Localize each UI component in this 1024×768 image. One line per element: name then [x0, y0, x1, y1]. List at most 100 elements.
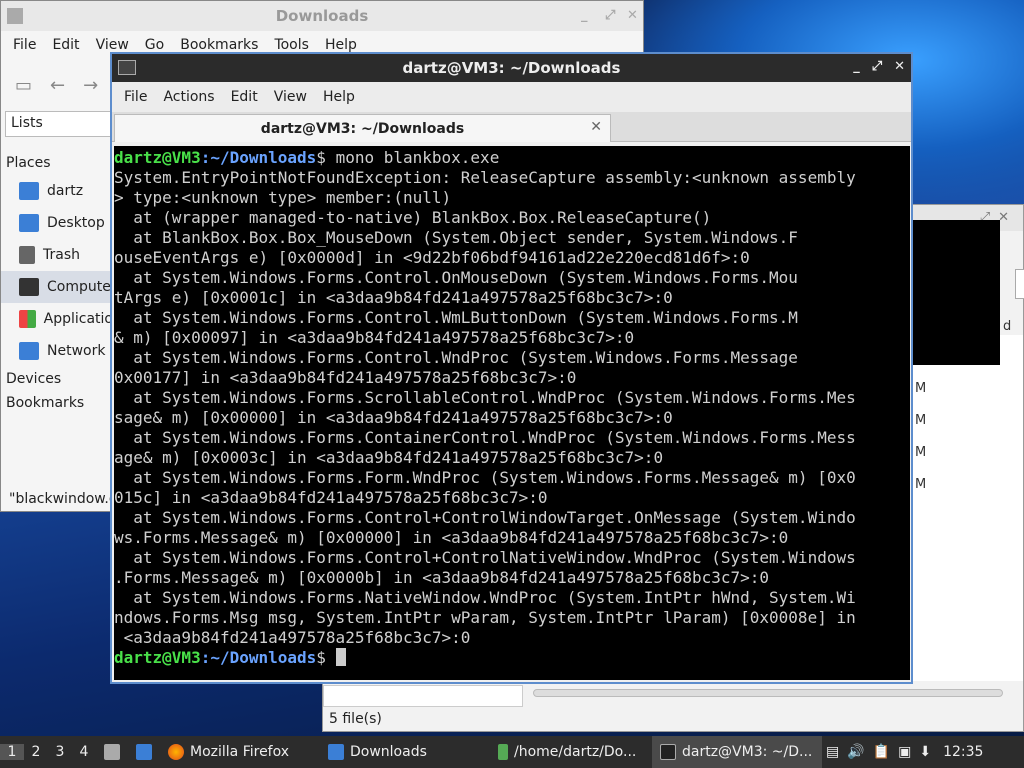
output-line: & m) [0x00097] in <a3daa9b84fd241a497578…: [114, 328, 635, 347]
volume-icon[interactable]: 🔊: [843, 736, 868, 768]
desktop-folder-icon: [19, 214, 39, 232]
menu-file[interactable]: File: [116, 89, 155, 105]
bookmarks-header[interactable]: Bookmarks: [1, 391, 113, 415]
workspace-2[interactable]: 2: [24, 744, 48, 760]
output-line: ndows.Forms.Msg msg, System.IntPtr wPara…: [114, 608, 856, 627]
taskbar-item-label: Downloads: [350, 744, 427, 760]
output-line: at System.Windows.Forms.Control+ControlW…: [114, 508, 856, 527]
taskbar-item-archive[interactable]: /home/dartz/Do...: [490, 736, 652, 768]
sidebar-item-trash[interactable]: Trash: [1, 239, 113, 271]
output-line: ouseEventArgs e) [0x0000d] in <9d22bf06b…: [114, 248, 750, 267]
list-item[interactable]: M: [915, 381, 926, 396]
output-line: at System.Windows.Forms.Control.WmLButto…: [114, 308, 798, 327]
show-desktop-button[interactable]: [128, 736, 160, 768]
terminal-menubar: File Actions Edit View Help: [112, 82, 911, 112]
list-item[interactable]: M: [915, 413, 926, 428]
menu-edit[interactable]: Edit: [223, 89, 266, 105]
output-line: ws.Forms.Message& m) [0x00000] in <a3daa…: [114, 528, 789, 547]
taskbar-item-downloads[interactable]: Downloads: [320, 736, 490, 768]
sidebar-item-computer[interactable]: Compute: [1, 271, 113, 303]
menu-actions[interactable]: Actions: [155, 89, 222, 105]
list-item[interactable]: M: [915, 445, 926, 460]
horizontal-scrollbar[interactable]: [533, 689, 1003, 697]
sidebar-item-applications[interactable]: Applicatio: [1, 303, 113, 335]
close-icon[interactable]: ✕: [894, 59, 905, 74]
prompt-line: dartz@VM3:~/Downloads$: [114, 648, 910, 668]
menu-tools[interactable]: Tools: [266, 37, 317, 53]
sidebar-item-network[interactable]: Network: [1, 335, 113, 367]
menu-go[interactable]: Go: [137, 37, 172, 53]
maximize-icon[interactable]: ⤢: [872, 59, 882, 74]
devices-header[interactable]: Devices: [1, 367, 113, 391]
workspace-1[interactable]: 1: [0, 744, 24, 760]
terminal-output[interactable]: dartz@VM3:~/Downloads$ mono blankbox.exe…: [114, 146, 910, 680]
menu-edit[interactable]: Edit: [44, 37, 87, 53]
close-icon[interactable]: ✕: [627, 8, 638, 23]
workspace-4[interactable]: 4: [72, 744, 96, 760]
terminal-icon: [660, 744, 676, 760]
maximize-icon[interactable]: ⤢: [605, 8, 615, 23]
sidebar-item-label: Desktop: [47, 215, 105, 231]
output-line: at (wrapper managed-to-native) BlankBox.…: [114, 208, 712, 227]
file-manager-status: "blackwindow.e: [9, 491, 118, 507]
output-line: age& m) [0x0003c] in <a3daa9b84fd241a497…: [114, 448, 664, 467]
terminal-titlebar[interactable]: dartz@VM3: ~/Downloads _ ⤢ ✕: [112, 54, 911, 82]
path-input[interactable]: [1015, 269, 1024, 299]
output-line: at System.Windows.Forms.NativeWindow.Wnd…: [114, 588, 856, 607]
terminal-tab[interactable]: dartz@VM3: ~/Downloads ✕: [114, 114, 611, 142]
taskbar-item-terminal[interactable]: dartz@VM3: ~/D...: [652, 736, 822, 768]
prompt-path: :~/Downloads: [200, 148, 317, 167]
file-manager-launcher[interactable]: [96, 736, 128, 768]
output-line: System.EntryPointNotFoundException: Rele…: [114, 168, 856, 187]
display-icon[interactable]: ▣: [894, 736, 915, 768]
prompt-user: dartz@VM3: [114, 648, 201, 667]
terminal-tabbar: dartz@VM3: ~/Downloads ✕: [112, 112, 911, 142]
terminal-title: dartz@VM3: ~/Downloads: [402, 59, 621, 77]
clock[interactable]: 12:35: [935, 736, 991, 768]
side-panel-mode-select[interactable]: Lists: [5, 111, 113, 137]
network-icon: [19, 342, 39, 360]
sidebar-item-home[interactable]: dartz: [1, 175, 113, 207]
file-manager-icon: [104, 744, 120, 760]
output-line: at System.Windows.Forms.ScrollableContro…: [114, 388, 856, 407]
home-folder-icon: [19, 182, 39, 200]
menu-file[interactable]: File: [5, 37, 44, 53]
close-tab-icon[interactable]: ✕: [590, 119, 602, 135]
minimize-icon[interactable]: _: [581, 8, 588, 23]
back-icon[interactable]: ←: [50, 75, 65, 96]
menu-bookmarks[interactable]: Bookmarks: [172, 37, 266, 53]
file-manager-titlebar[interactable]: Downloads _ ⤢ ✕: [1, 1, 643, 31]
tray-scroll-icon[interactable]: ▤: [822, 736, 843, 768]
terminal-app-icon: [118, 60, 136, 75]
list-item[interactable]: M: [915, 477, 926, 492]
places-sidebar: Places dartz Desktop Trash Compute Appli…: [1, 151, 113, 415]
sidebar-item-desktop[interactable]: Desktop: [1, 207, 113, 239]
output-line: at System.Windows.Forms.ContainerControl…: [114, 428, 856, 447]
left-pane-bottom: [323, 685, 523, 707]
applications-icon: [19, 310, 36, 328]
menu-help[interactable]: Help: [315, 89, 363, 105]
output-line: at BlankBox.Box.Box_MouseDown (System.Ob…: [114, 228, 798, 247]
forward-icon[interactable]: →: [83, 75, 98, 96]
stack-trace: System.EntryPointNotFoundException: Rele…: [114, 168, 910, 648]
column-header-fragment: d: [1003, 319, 1012, 334]
sidebar-item-label: Network: [47, 343, 106, 359]
minimize-icon[interactable]: _: [853, 59, 860, 74]
clipboard-icon[interactable]: 📋: [869, 736, 894, 768]
taskbar-item-firefox[interactable]: Mozilla Firefox: [160, 736, 320, 768]
desktop-icon: [136, 744, 152, 760]
taskbar-item-label: Mozilla Firefox: [190, 744, 290, 760]
archive-icon: [498, 744, 508, 760]
text-cursor: [335, 648, 346, 666]
terminal-window[interactable]: dartz@VM3: ~/Downloads _ ⤢ ✕ File Action…: [110, 52, 913, 684]
menu-view[interactable]: View: [88, 37, 137, 53]
workspace-3[interactable]: 3: [48, 744, 72, 760]
taskbar-item-label: /home/dartz/Do...: [514, 744, 637, 760]
output-line: .Forms.Message& m) [0x0000b] in <a3daa9b…: [114, 568, 770, 587]
update-icon[interactable]: ⬇: [915, 736, 935, 768]
output-line: at System.Windows.Forms.Control.OnMouseD…: [114, 268, 798, 287]
output-line: > type:<unknown type> member:(null): [114, 188, 452, 207]
menu-view[interactable]: View: [266, 89, 315, 105]
menu-help[interactable]: Help: [317, 37, 365, 53]
new-tab-icon[interactable]: ▭: [15, 75, 32, 96]
